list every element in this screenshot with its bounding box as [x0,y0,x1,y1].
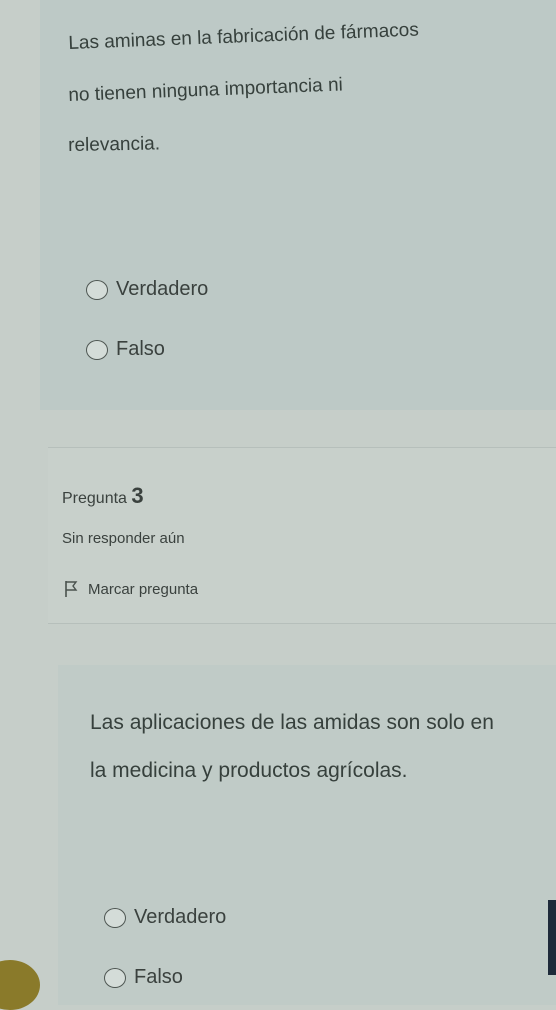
option-label: Verdadero [116,278,209,300]
question-label: Pregunta [62,490,127,507]
option-label: Verdadero [134,906,227,928]
flag-label: Marcar pregunta [88,580,199,598]
corner-shadow [0,960,40,1010]
question-3-option-true[interactable]: Verdadero [104,906,226,929]
screen-edge [548,900,556,975]
question-3-text-line-1: Las aplicaciones de las amidas son solo … [90,711,494,734]
option-label: Falso [134,966,183,988]
radio-icon[interactable] [104,907,126,928]
question-2-option-true[interactable]: Verdadero [86,278,208,301]
question-3-heading: Pregunta 3 [62,483,144,509]
question-3-text-line-2: la medicina y productos agrícolas. [90,759,408,782]
flag-icon [65,581,78,597]
flag-question-link[interactable]: Marcar pregunta [64,580,198,598]
radio-icon[interactable] [104,967,126,988]
question-number: 3 [131,483,144,508]
question-3-status: Sin responder aún [62,530,185,547]
radio-icon[interactable] [86,339,108,360]
question-3-option-false[interactable]: Falso [104,966,183,989]
radio-icon[interactable] [86,279,108,300]
question-2-option-false[interactable]: Falso [86,338,165,361]
question-2-text-line-3: relevancia. [67,133,161,156]
option-label: Falso [116,338,165,360]
